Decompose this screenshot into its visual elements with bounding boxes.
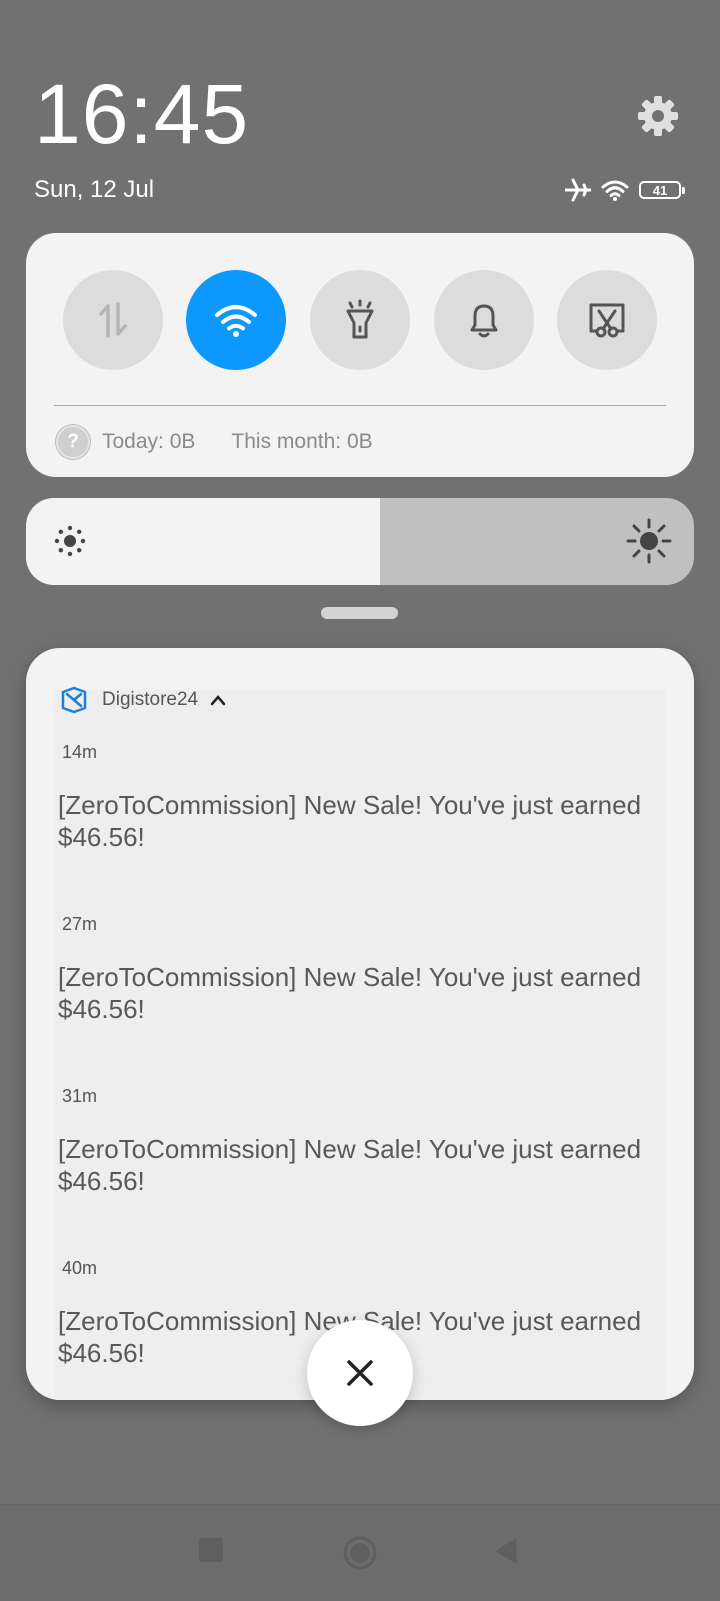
notification-time: 27m <box>62 914 98 934</box>
chevron-up-icon[interactable] <box>210 694 226 706</box>
status-icons: 41 <box>565 174 685 206</box>
scissors-screen-icon <box>589 303 625 338</box>
clock: 16:45 <box>34 67 250 161</box>
back-button[interactable] <box>494 1537 518 1565</box>
notification-item[interactable]: 27m [ZeroToCommission] New Sale! You've … <box>58 914 658 1025</box>
drag-handle[interactable] <box>321 607 398 619</box>
recents-button[interactable] <box>198 1537 224 1563</box>
notification-header[interactable]: Digistore24 <box>60 686 226 714</box>
battery-icon: 41 <box>639 181 685 199</box>
app-name: Digistore24 <box>102 689 199 710</box>
sound-toggle[interactable] <box>434 270 534 370</box>
wifi-icon <box>601 180 629 201</box>
digistore-app-icon <box>61 686 87 714</box>
mobile-data-toggle[interactable] <box>63 270 163 370</box>
date: Sun, 12 Jul <box>34 176 155 203</box>
battery-level: 41 <box>652 182 668 198</box>
divider <box>54 405 666 406</box>
notification-item[interactable]: 31m [ZeroToCommission] New Sale! You've … <box>58 1086 658 1197</box>
wifi-toggle[interactable] <box>186 270 286 370</box>
flashlight-icon <box>346 299 374 339</box>
close-icon <box>347 1360 373 1386</box>
data-usage-today: Today: 0B <box>102 430 196 453</box>
home-button[interactable] <box>342 1535 378 1571</box>
brightness-slider[interactable] <box>26 498 694 585</box>
notification-card[interactable]: Digistore24 14m [ZeroToCommission] New S… <box>26 648 694 1400</box>
clear-all-button[interactable] <box>307 1320 413 1426</box>
flashlight-toggle[interactable] <box>310 270 410 370</box>
quick-settings-panel: ? Today: 0B This month: 0B <box>26 233 694 477</box>
bell-icon <box>470 304 498 338</box>
notification-text: [ZeroToCommission] New Sale! You've just… <box>58 790 642 852</box>
notification-text: [ZeroToCommission] New Sale! You've just… <box>58 1134 642 1196</box>
data-usage-month: This month: 0B <box>231 430 373 453</box>
wifi-icon <box>215 305 257 337</box>
navigation-bar <box>0 1504 720 1601</box>
notification-text: [ZeroToCommission] New Sale! You've just… <box>58 962 642 1024</box>
data-usage[interactable]: ? Today: 0B This month: 0B <box>56 425 373 459</box>
help-icon: ? <box>56 425 90 459</box>
notification-time: 40m <box>62 1258 98 1278</box>
brightness-high-icon <box>626 518 672 564</box>
data-transfer-icon <box>99 302 127 338</box>
airplane-icon <box>565 178 591 202</box>
notification-item[interactable]: 14m [ZeroToCommission] New Sale! You've … <box>58 742 658 853</box>
notification-time: 31m <box>62 1086 98 1106</box>
notification-time: 14m <box>62 742 98 762</box>
settings-gear-icon[interactable] <box>637 95 679 137</box>
screenshot-toggle[interactable] <box>557 270 657 370</box>
brightness-low-icon <box>54 525 86 557</box>
